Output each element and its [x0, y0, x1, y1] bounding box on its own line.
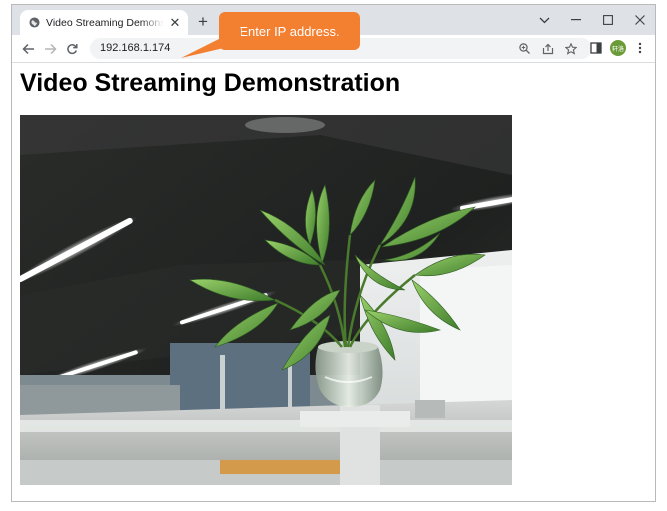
browser-window: Video Streaming Demonstration ✕ + 192.16… — [11, 4, 656, 502]
arrow-right-icon — [44, 43, 57, 55]
tab-title: Video Streaming Demonstration — [46, 16, 164, 29]
video-frame-image — [20, 115, 512, 485]
reload-button[interactable] — [62, 39, 82, 59]
forward-button[interactable] — [40, 39, 60, 59]
back-button[interactable] — [18, 39, 38, 59]
annotation-text: Enter IP address. — [239, 23, 340, 39]
callout-pointer — [181, 28, 241, 58]
avatar[interactable]: 轩洛 — [610, 40, 626, 56]
arrow-left-icon — [21, 43, 34, 55]
tab-close-icon[interactable]: ✕ — [168, 15, 182, 30]
close-window-button[interactable] — [624, 5, 655, 35]
browser-tab[interactable]: Video Streaming Demonstration ✕ — [20, 10, 188, 35]
minimize-icon — [571, 19, 581, 21]
maximize-icon — [603, 15, 613, 25]
close-icon — [635, 15, 645, 25]
page-title: Video Streaming Demonstration — [20, 69, 401, 97]
side-panel-icon[interactable] — [588, 40, 604, 56]
url-text[interactable]: 192.168.1.174 — [100, 38, 170, 59]
reload-icon — [67, 44, 78, 55]
kebab-menu-icon[interactable] — [632, 40, 648, 56]
zoom-icon[interactable] — [517, 41, 532, 56]
chevron-down-icon — [539, 17, 549, 23]
globe-icon — [29, 17, 40, 28]
maximize-button[interactable] — [592, 5, 624, 35]
tab-search-button[interactable] — [528, 5, 560, 35]
annotation-callout: Enter IP address. — [181, 12, 360, 58]
minimize-button[interactable] — [560, 5, 592, 35]
share-icon[interactable] — [540, 41, 555, 56]
star-icon[interactable] — [563, 41, 578, 56]
video-stream-frame — [20, 115, 512, 485]
